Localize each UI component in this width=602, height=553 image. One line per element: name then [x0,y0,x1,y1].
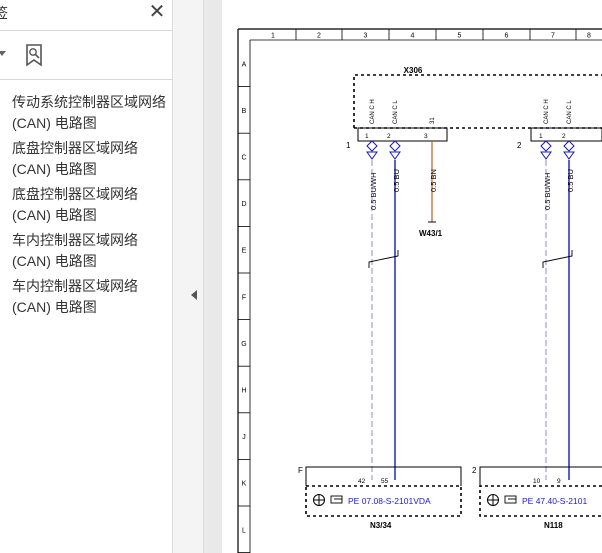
pin-number: 3 [424,133,428,140]
pin-number: 1 [365,133,369,140]
wire-label: 0.5 BU [392,169,401,192]
pin-label: CAN C H [544,99,550,124]
pin-number: 42 [358,478,366,485]
row-label: J [242,434,246,441]
pin-label: CAN C L [393,100,399,124]
module-icon [487,494,499,506]
wiring-diagram: 1 2 3 4 5 6 7 8 A B C D E F G H J K L X306 1 2 CAN C H CA… [237,28,602,553]
column-label: 7 [551,33,555,40]
frame-label: F [298,466,303,475]
column-label: 4 [411,33,415,40]
column-label: 2 [317,33,321,40]
wire-label: 0.5 BN [429,169,438,192]
connector-symbols [366,140,575,160]
reference-link[interactable]: PE 47.40-S-2101 [522,496,587,506]
frame-label: 2 [472,466,477,475]
pin-number: 2 [562,133,566,140]
row-label: K [242,481,247,488]
ground-ref: W43/1 [419,229,443,238]
connector-label: X306 [404,66,423,75]
pin-label: CAN C L [567,100,573,124]
wire-label: 0.5 BU [566,169,575,192]
row-label: A [242,61,247,68]
pin-number: 9 [557,478,561,485]
group-label: 1 [346,141,351,150]
wire-label: 0.5 BU/WH [543,172,552,210]
module-name: N3/34 [370,521,392,530]
row-label: G [241,341,246,348]
pin-symbol [563,140,575,160]
row-label: D [241,201,246,208]
row-label: H [241,388,246,395]
hand-pointer-icon [330,495,343,504]
pin-symbol [540,140,552,160]
column-label: 6 [505,33,509,40]
module-icon [313,494,325,506]
row-label: B [242,108,247,115]
row-ruler: A B C D E F G H J K L [238,61,250,553]
pin-number: 2 [387,133,391,140]
hand-pointer-icon [504,495,517,504]
pin-label: 31 [430,117,436,124]
pin-label: CAN C H [370,99,376,124]
pin-symbol [389,140,401,160]
pin-number: 55 [381,478,389,485]
reference-link[interactable]: PE 07.08-S-2101VDA [348,496,431,506]
module-name: N118 [544,521,563,530]
pin-number: 1 [539,133,543,140]
column-label: 8 [587,33,591,40]
row-label: C [241,155,246,162]
wire-label: 0.5 BU/WH [369,172,378,210]
row-label: E [242,248,247,255]
group-label: 2 [517,141,522,150]
pin-symbol [366,140,378,160]
column-label: 5 [458,33,462,40]
column-ruler: 1 2 3 4 5 6 7 8 [271,29,591,40]
column-label: 1 [271,33,275,40]
row-label: L [242,527,246,534]
column-label: 3 [364,33,368,40]
row-label: F [242,294,246,301]
pin-number: 10 [533,478,541,485]
